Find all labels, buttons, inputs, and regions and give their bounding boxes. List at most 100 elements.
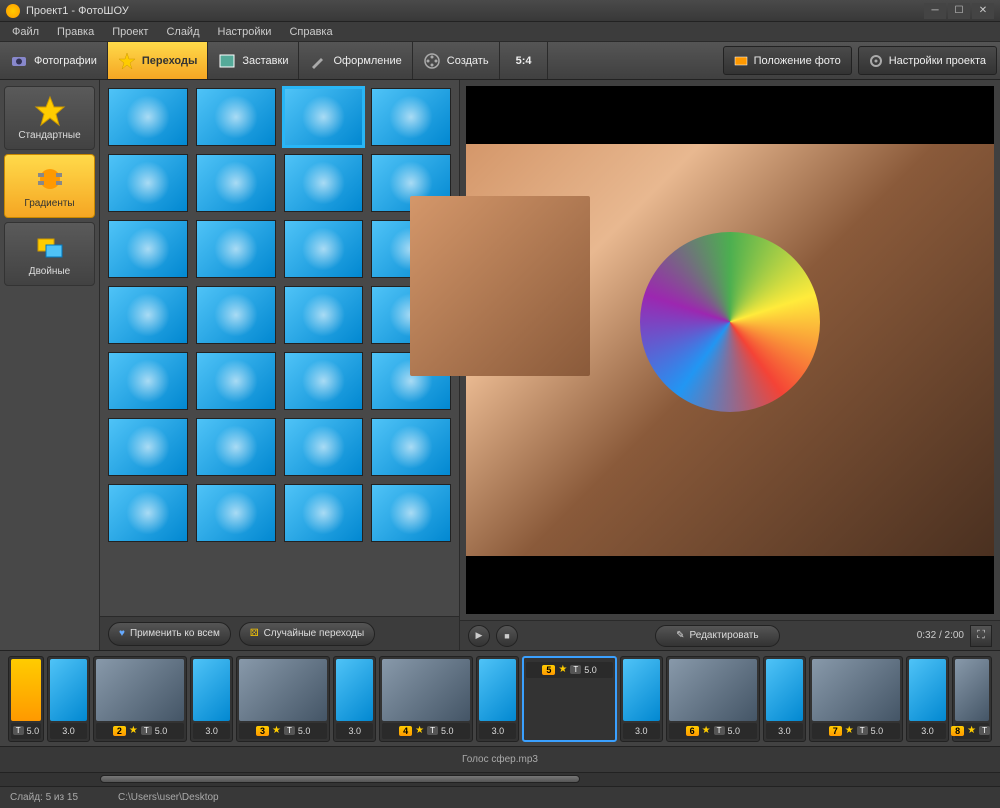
slide-duration: 5.0 [27,726,40,736]
category-label: Стандартные [18,130,80,141]
transition-thumbnail[interactable] [284,484,364,542]
photo-position-button[interactable]: Положение фото [723,46,852,75]
timeline[interactable]: T5.03.02★T5.03.03★T5.03.04★T5.03.05★T5.0… [0,650,1000,746]
transition-thumbnail[interactable] [196,88,276,146]
edit-button[interactable]: ✎ Редактировать [655,625,779,647]
menu-slide[interactable]: Слайд [158,24,207,40]
text-badge: T [979,726,990,735]
transition-thumbnail[interactable] [108,154,188,212]
double-icon [34,231,66,263]
transition-thumbnail[interactable] [196,286,276,344]
timeline-transition[interactable]: 3.0 [47,656,90,742]
transition-thumbnail[interactable] [108,286,188,344]
transition-thumbnail[interactable] [284,220,364,278]
timeline-slide[interactable]: 6★T5.0 [666,656,760,742]
transition-thumbnail[interactable] [284,418,364,476]
transition-thumbnail[interactable] [284,286,364,344]
audio-track[interactable]: Голос сфер.mp3 [0,746,1000,772]
project-settings-button[interactable]: Настройки проекта [858,46,997,75]
transition-duration: 3.0 [921,726,934,736]
category-gradients[interactable]: Градиенты [4,154,95,218]
timeline-slide[interactable]: 8★T [952,656,992,742]
timeline-slide[interactable]: 7★T5.0 [809,656,903,742]
menu-help[interactable]: Справка [281,24,340,40]
transition-thumbnail [909,659,946,721]
file-path: C:\Users\user\Desktop [118,792,219,803]
gradient-icon [34,163,66,195]
timeline-transition[interactable]: 3.0 [476,656,519,742]
transition-thumbnail[interactable] [108,484,188,542]
slide-number: 3 [256,726,269,736]
timeline-scrollbar[interactable] [0,772,1000,786]
transition-thumbnail[interactable] [108,418,188,476]
tab-design[interactable]: Оформление [299,42,412,79]
close-button[interactable]: ✕ [972,3,994,19]
camera-icon [10,52,28,70]
category-sidebar: Стандартные Градиенты Двойные [0,80,100,650]
category-double[interactable]: Двойные [4,222,95,286]
menu-settings[interactable]: Настройки [210,24,280,40]
minimize-button[interactable]: ─ [924,3,946,19]
tab-photos[interactable]: Фотографии [0,42,108,79]
timeline-slide[interactable]: 4★T5.0 [379,656,473,742]
scrollbar-thumb[interactable] [100,775,580,783]
text-badge: T [284,726,295,735]
slide-number: 2 [113,726,126,736]
play-button[interactable]: ▶ [468,625,490,647]
titlebar: Проект1 - ФотоШОУ ─ ☐ ✕ [0,0,1000,22]
menu-file[interactable]: Файл [4,24,47,40]
brush-icon [309,52,327,70]
timeline-slide[interactable]: 3★T5.0 [236,656,330,742]
transition-thumbnail [50,659,87,721]
transition-thumbnail[interactable] [284,154,364,212]
random-transitions-button[interactable]: ⚄ Случайные переходы [239,622,375,646]
timeline-slide[interactable]: T5.0 [8,656,44,742]
text-badge: T [13,726,24,735]
position-icon [734,54,748,68]
menu-edit[interactable]: Правка [49,24,102,40]
stop-button[interactable]: ■ [496,625,518,647]
transition-thumbnail[interactable] [108,352,188,410]
slide-info-bar: 4★T5.0 [382,723,470,739]
statusbar: Слайд: 5 из 15 C:\Users\user\Desktop [0,786,1000,808]
timeline-slide[interactable]: 2★T5.0 [93,656,187,742]
menu-project[interactable]: Проект [104,24,156,40]
heart-icon: ♥ [119,628,125,639]
slide-thumbnail [11,659,41,721]
transition-thumbnail[interactable] [196,220,276,278]
maximize-button[interactable]: ☐ [948,3,970,19]
slide-thumbnail [955,659,989,721]
picture-icon [218,52,236,70]
aspect-ratio[interactable]: 5:4 [500,42,549,79]
transition-thumbnail[interactable] [196,154,276,212]
slide-info-bar: 8★T [955,723,989,739]
timeline-transition[interactable]: 3.0 [190,656,233,742]
tab-create[interactable]: Создать [413,42,500,79]
timeline-transition[interactable]: 3.0 [620,656,663,742]
category-standard[interactable]: Стандартные [4,86,95,150]
transition-thumbnail[interactable] [284,352,364,410]
star-icon: ★ [129,725,138,736]
tab-transitions[interactable]: Переходы [108,42,209,79]
slide-info-bar: 3★T5.0 [239,723,327,739]
transition-thumbnail[interactable] [284,88,364,146]
apply-all-button[interactable]: ♥ Применить ко всем [108,622,231,646]
reel-icon [423,52,441,70]
transition-thumbnail[interactable] [371,484,451,542]
transition-thumbnail[interactable] [108,220,188,278]
transition-thumbnail[interactable] [108,88,188,146]
timeline-transition[interactable]: 3.0 [906,656,949,742]
slide-info-bar: 7★T5.0 [812,723,900,739]
tab-titles[interactable]: Заставки [208,42,299,79]
fullscreen-button[interactable]: ⛶ [970,625,992,647]
transition-thumbnail[interactable] [196,418,276,476]
transition-duration: 3.0 [349,726,362,736]
timeline-transition[interactable]: 3.0 [763,656,806,742]
timeline-transition[interactable]: 3.0 [333,656,376,742]
transition-thumbnail[interactable] [196,484,276,542]
timeline-slide[interactable]: 5★T5.0 [522,656,616,742]
transition-thumbnail[interactable] [371,88,451,146]
transition-thumbnail[interactable] [196,352,276,410]
transition-info-bar: 3.0 [336,723,373,739]
transition-thumbnail[interactable] [371,418,451,476]
